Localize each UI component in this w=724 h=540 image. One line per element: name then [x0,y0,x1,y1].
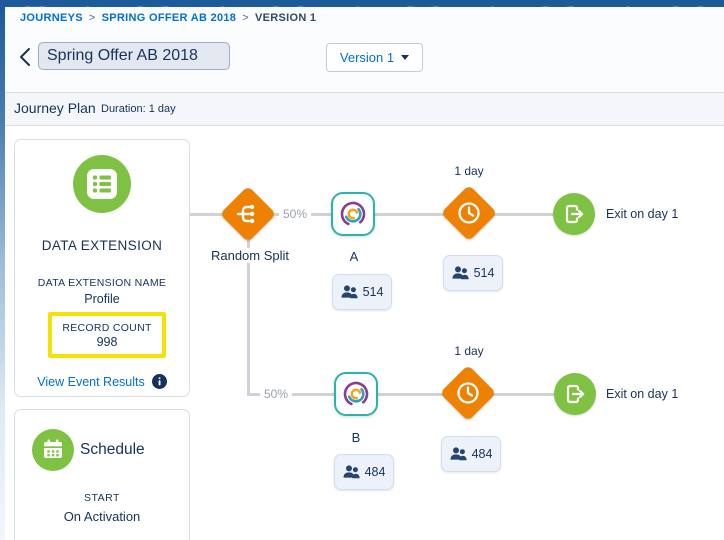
wait-a-count-value: 514 [473,266,495,280]
data-extension-icon [73,155,131,218]
path-b-count-badge: 484 [334,454,394,490]
wait-a-node[interactable] [440,184,498,242]
people-icon [452,266,469,280]
view-event-results-link[interactable]: View Event Results [37,375,144,389]
wait-a-count-badge: 514 [443,255,503,291]
schedule-start-value: On Activation [63,509,141,524]
wait-b-count-value: 484 [471,447,493,461]
journey-builder-screen: JOURNEYS > SPRING OFFER AB 2018 > VERSIO… [0,0,724,540]
schedule-card[interactable]: Schedule START On Activation [14,409,190,540]
path-a-count-badge: 514 [332,274,392,310]
exit-b-node[interactable] [554,373,596,415]
header-bar: JOURNEYS > SPRING OFFER AB 2018 > VERSIO… [5,7,724,93]
exit-arrow-icon [565,204,584,224]
breadcrumb-journey-name-link[interactable]: SPRING OFFER AB 2018 [102,12,237,24]
calendar-icon [32,429,74,476]
top-pattern-band [0,0,724,7]
data-extension-card[interactable]: DATA EXTENSION DATA EXTENSION NAME Profi… [14,139,190,397]
clock-icon [457,382,479,404]
record-count-highlight: RECORD COUNT 998 [48,312,166,358]
version-dropdown-label: Version 1 [339,50,395,65]
split-percentage-b: 50% [260,386,293,402]
journey-title-input[interactable] [38,42,230,70]
exit-a-label: Exit on day 1 [606,207,679,221]
info-icon[interactable] [151,374,167,389]
breadcrumb-journeys-link[interactable]: JOURNEYS [20,12,83,24]
journey-plan-bar: Journey Plan Duration: 1 day [5,93,724,126]
entry-card-title: DATA EXTENSION [41,238,163,253]
connector-branch-b [247,393,582,396]
journey-plan-duration: Duration: 1 day [101,103,176,115]
wait-b-duration-label: 1 day [454,344,484,358]
breadcrumb-separator: > [242,12,249,24]
record-count-label: RECORD COUNT [62,321,152,334]
people-icon [341,285,358,299]
version-dropdown[interactable]: Version 1 [326,43,423,72]
data-extension-name-value: Profile [84,292,120,306]
wait-b-count-badge: 484 [441,436,501,472]
path-b-count-value: 484 [364,465,386,479]
path-a-activity-icon [340,201,366,227]
back-button[interactable] [18,47,36,69]
exit-b-label: Exit on day 1 [606,387,679,401]
breadcrumb: JOURNEYS > SPRING OFFER AB 2018 > VERSIO… [20,12,316,24]
clock-icon [458,202,480,224]
schedule-card-title: Schedule [80,441,145,458]
path-a-activity-node[interactable] [331,192,375,236]
wait-a-duration-label: 1 day [454,164,484,178]
path-a-label: A [346,249,362,264]
wait-b-node[interactable] [439,364,497,422]
record-count-value: 998 [96,334,118,349]
path-a-count-value: 514 [362,285,384,299]
journey-plan-title: Journey Plan [14,100,96,116]
breadcrumb-version-current: VERSION 1 [254,12,317,24]
random-split-node[interactable] [219,185,277,243]
breadcrumb-separator: > [88,12,96,24]
split-percentage-a: 50% [279,206,312,222]
path-b-activity-node[interactable] [334,372,378,416]
exit-arrow-icon [566,384,585,404]
connector-split-down [247,214,250,394]
random-split-icon [236,204,255,224]
random-split-label: Random Split [207,248,293,263]
caret-down-icon [401,55,410,60]
schedule-start-label: START [84,492,120,504]
path-b-label: B [348,430,364,445]
data-extension-name-label: DATA EXTENSION NAME [37,277,167,289]
people-icon [343,465,360,479]
exit-a-node[interactable] [553,193,595,235]
path-b-activity-icon [343,381,369,407]
chevron-left-icon [20,48,30,66]
journey-canvas: 50% 50% DATA EXTENSION DATA EXTENSION NA… [5,126,724,540]
people-icon [450,447,467,461]
